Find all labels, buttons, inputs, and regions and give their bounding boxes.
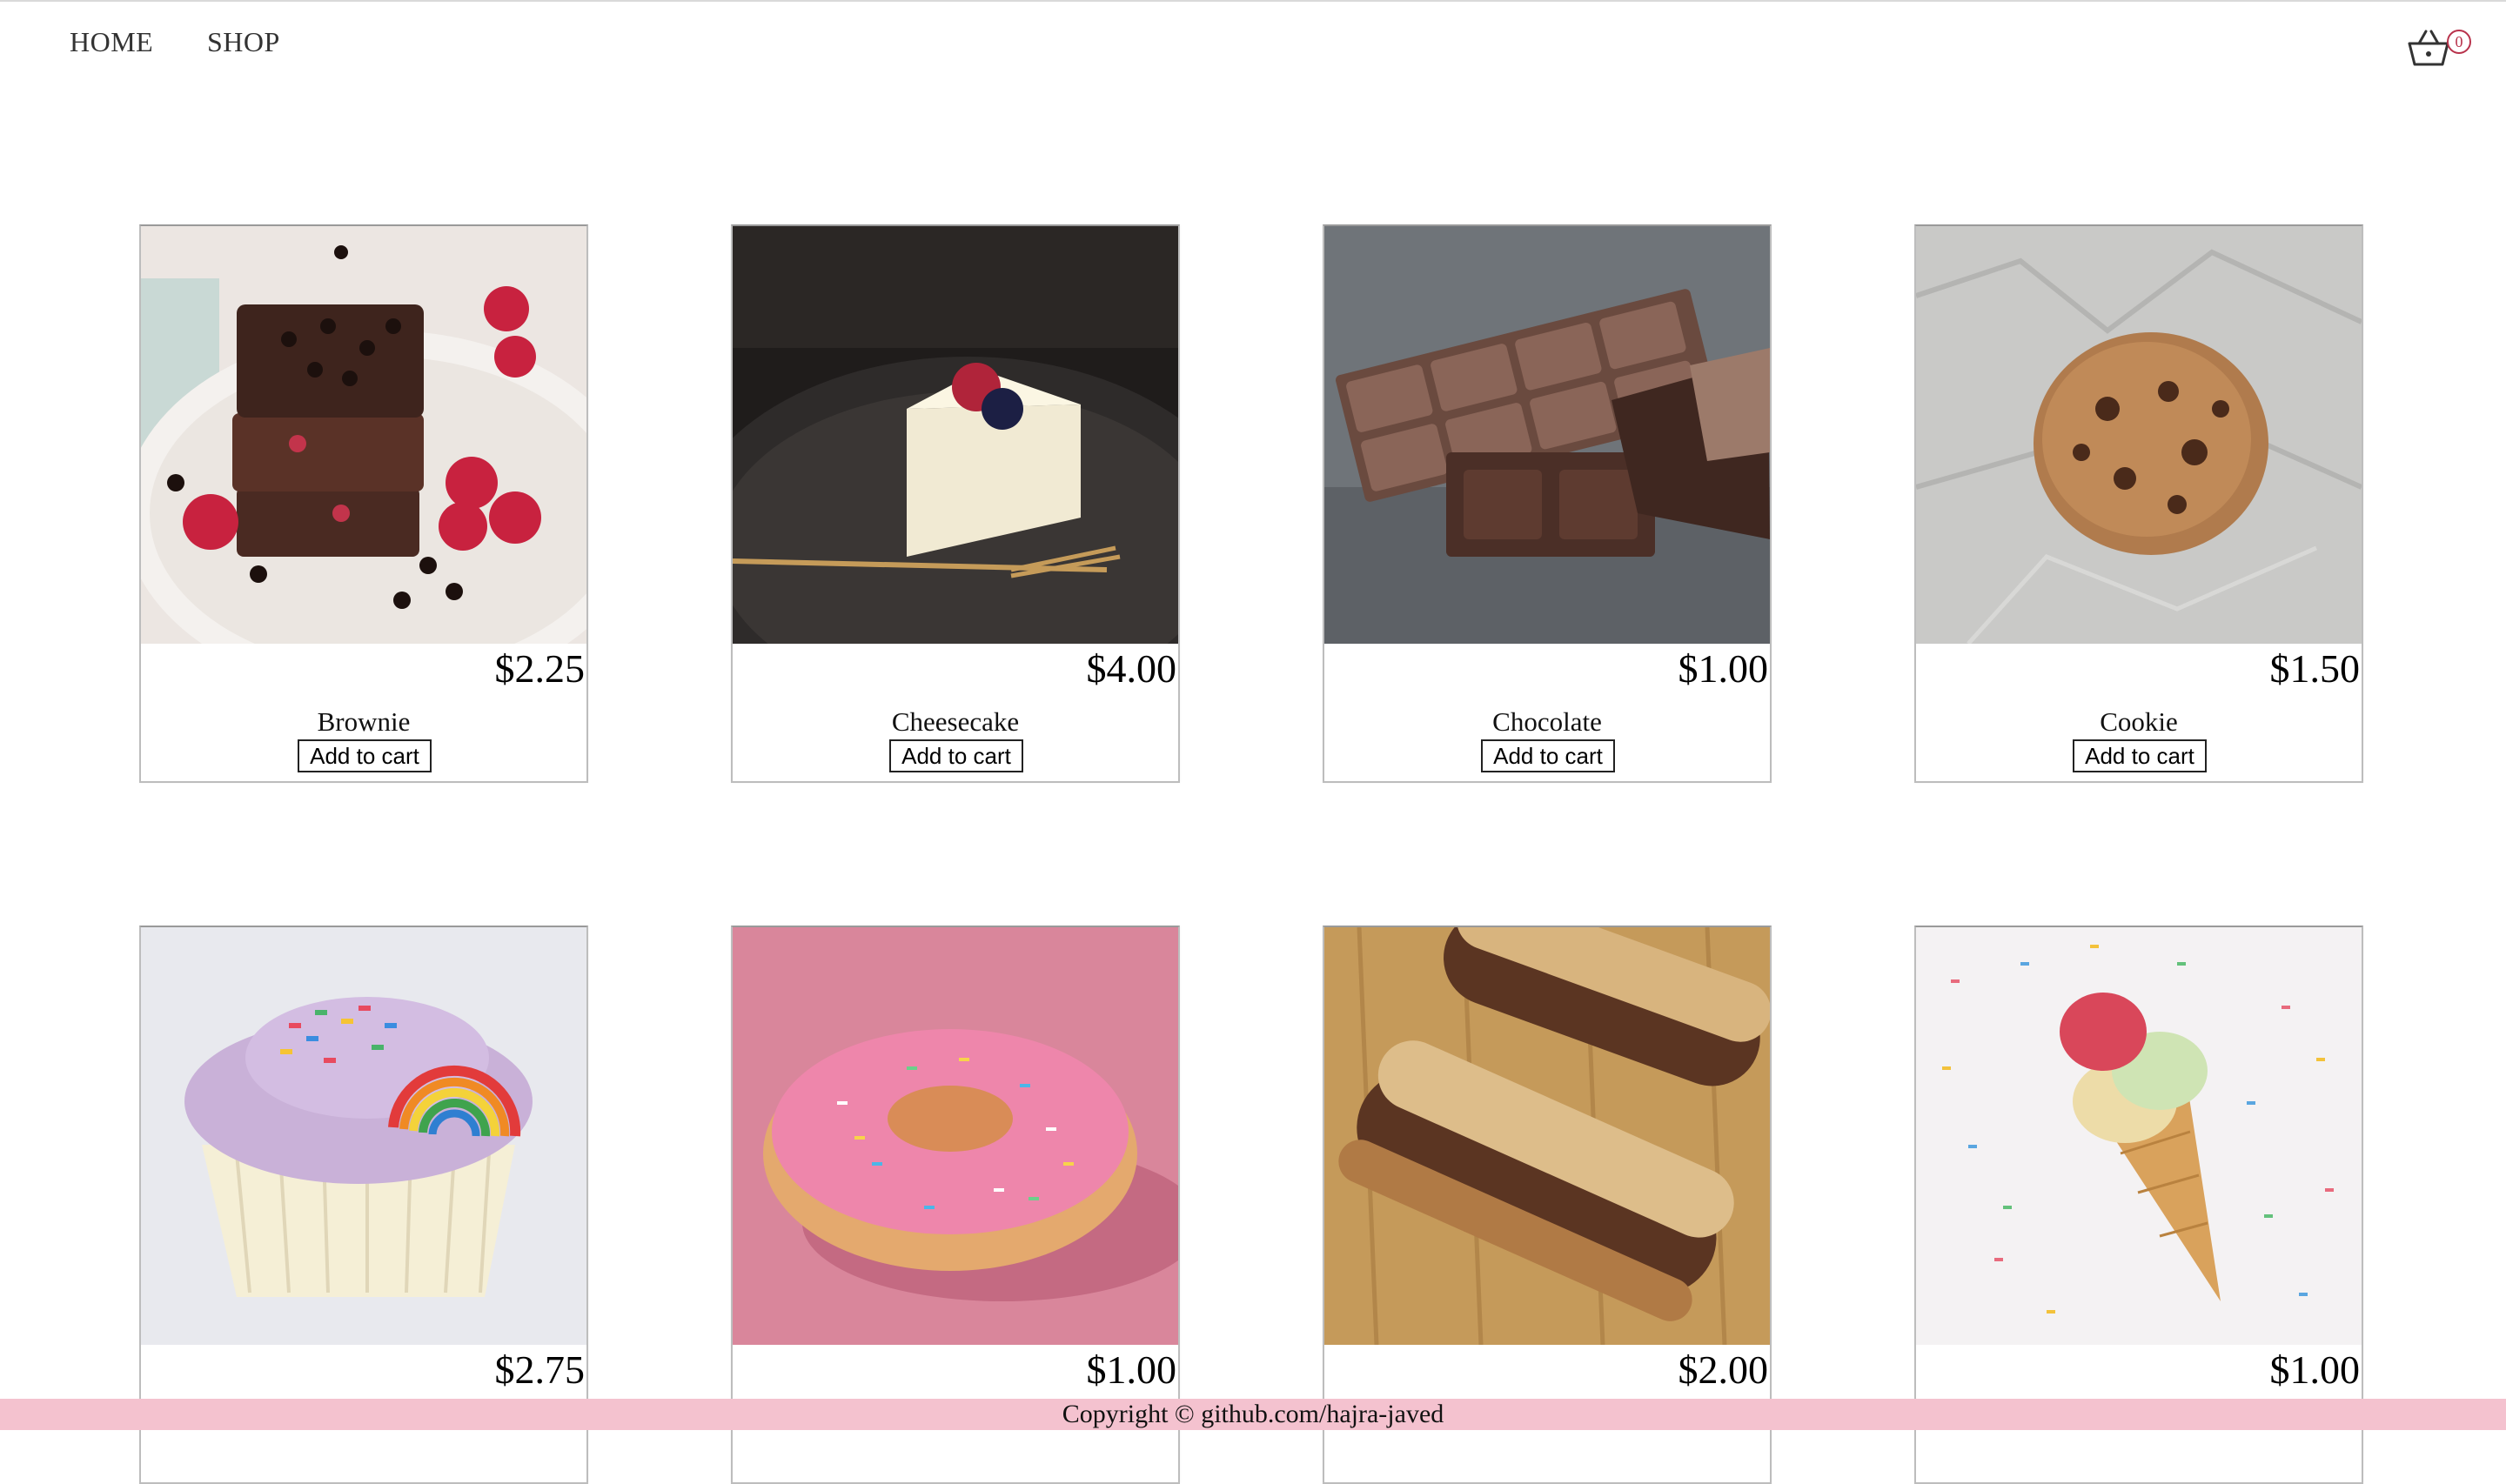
add-to-cart-button[interactable]: Add to cart: [889, 739, 1023, 772]
footer-copyright: Copyright © github.com/hajra-javed: [0, 1399, 2506, 1430]
add-to-cart-button[interactable]: Add to cart: [2073, 739, 2207, 772]
product-price: $1.00: [1678, 646, 1769, 691]
product-name: Cookie: [2100, 706, 2178, 737]
brownie-image: [141, 226, 586, 644]
product-card: $4.00 Cheesecake Add to cart: [731, 224, 1180, 783]
product-name: Chocolate: [1492, 706, 1602, 737]
product-grid: $2.25 Brownie Add to cart $4.00 Cheeseca…: [0, 0, 2506, 1484]
product-price: $1.50: [2269, 646, 2361, 691]
product-card: $1.00 Chocolate Add to cart: [1323, 224, 1772, 783]
product-card: $2.25 Brownie Add to cart: [139, 224, 588, 783]
add-to-cart-button[interactable]: Add to cart: [1481, 739, 1615, 772]
cupcake-image: [141, 927, 586, 1345]
product-price: $1.00: [1086, 1347, 1177, 1392]
chocolate-image: [1324, 226, 1770, 644]
product-price: $2.75: [494, 1347, 586, 1392]
product-card: $1.50 Cookie Add to cart: [1914, 224, 2363, 783]
product-price: $4.00: [1086, 646, 1177, 691]
product-price: $1.00: [2269, 1347, 2361, 1392]
product-name: Cheesecake: [891, 706, 1020, 737]
ice-cream-image: [1916, 927, 2362, 1345]
add-to-cart-button[interactable]: Add to cart: [298, 739, 432, 772]
cheesecake-image: [733, 226, 1178, 644]
product-price: $2.25: [494, 646, 586, 691]
donut-image: [733, 927, 1178, 1345]
product-price: $2.00: [1678, 1347, 1769, 1392]
product-name: Brownie: [317, 706, 411, 737]
cookie-image: [1916, 226, 2362, 644]
eclair-image: [1324, 927, 1770, 1345]
